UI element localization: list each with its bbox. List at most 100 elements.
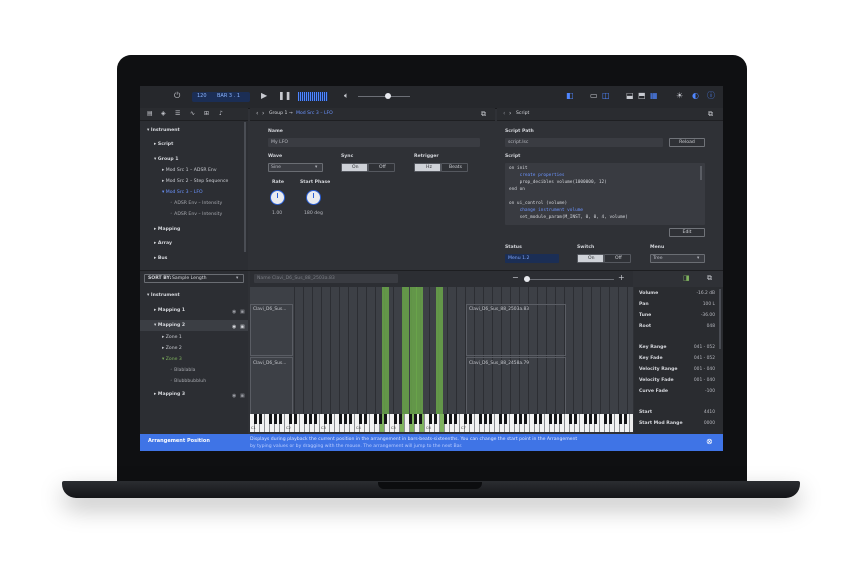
bell-icon[interactable]: ♪ [219, 110, 223, 118]
property-value[interactable]: 0000 [704, 421, 715, 426]
tree-item-zone-3[interactable]: ▾ Zone 3 [162, 357, 182, 362]
name-field[interactable] [268, 138, 480, 147]
start-phase-knob[interactable] [306, 190, 321, 205]
black-key[interactable] [503, 414, 507, 424]
script-path-field[interactable] [505, 138, 663, 147]
volume-slider-handle[interactable] [385, 93, 391, 99]
black-key[interactable] [483, 414, 487, 424]
black-key[interactable] [548, 414, 552, 424]
black-key[interactable] [463, 414, 467, 424]
property-value[interactable]: -16.2 dB [696, 291, 715, 296]
black-key[interactable] [538, 414, 542, 424]
black-key[interactable] [593, 414, 597, 424]
zoom-out-icon[interactable]: − [512, 274, 519, 282]
panel-toggle-icon[interactable]: ◨ [683, 274, 690, 282]
black-key[interactable] [378, 414, 382, 424]
brightness-icon[interactable]: ☀ [676, 92, 683, 100]
single-view-icon[interactable]: ▭ [590, 92, 598, 100]
black-key[interactable] [558, 414, 562, 424]
script-scrollbar[interactable] [700, 166, 702, 180]
speaker-icon[interactable]: 🔈︎ [344, 92, 349, 100]
black-key[interactable] [498, 414, 502, 424]
night-mode-icon[interactable]: ◐ [692, 92, 699, 100]
tree-item-blubb[interactable]: ◦ Blubbbubbluh [170, 379, 206, 384]
tree-item-adsr-intensity-1[interactable]: ◦ ADSR Env – Intensity [170, 201, 222, 206]
tree-item-mod-src-1[interactable]: ▸ Mod Src 1 – ADSR Env [162, 168, 217, 173]
black-key[interactable] [338, 414, 342, 424]
sidebar-toggle-icon[interactable]: ◧ [566, 92, 574, 100]
piano-keyboard[interactable]: C1 C2 C3 C4 C5 C6 C7 [250, 414, 633, 432]
property-value[interactable]: 4410 [704, 410, 715, 415]
sidebar-scrollbar[interactable] [244, 122, 246, 252]
tree-item-zone-1[interactable]: ▸ Zone 1 [162, 335, 182, 340]
black-key[interactable] [478, 414, 482, 424]
tree-item-mod-src-3[interactable]: ▾ Mod Src 3 – LFO [162, 190, 203, 195]
tree-item-mapping-2[interactable]: ▾ Mapping 2 [154, 323, 185, 328]
black-key[interactable] [308, 414, 312, 424]
tree-item-bus[interactable]: ▸ Bus [154, 256, 167, 261]
properties-scrollbar[interactable] [719, 289, 721, 349]
switch-off-button[interactable]: Off [604, 254, 631, 263]
play-icon[interactable]: ▶ [261, 92, 267, 100]
property-value[interactable]: 001 - 040 [694, 367, 715, 372]
edit-button[interactable]: Edit [669, 228, 705, 237]
tree-item-zone-2[interactable]: ▸ Zone 2 [162, 346, 182, 351]
black-key[interactable] [418, 414, 422, 424]
black-key[interactable] [573, 414, 577, 424]
lock-icon[interactable]: ▣ [240, 323, 245, 331]
layout-bottom-icon[interactable]: ⬓ [626, 92, 634, 100]
black-key[interactable] [258, 414, 262, 424]
layers-icon[interactable]: ◈ [161, 110, 166, 118]
black-key[interactable] [453, 414, 457, 424]
pause-icon[interactable]: ❚❚ [278, 92, 291, 100]
black-key[interactable] [533, 414, 537, 424]
power-icon[interactable]: ⏻ [174, 92, 180, 100]
layout-top-icon[interactable]: ⬒ [638, 92, 646, 100]
black-key[interactable] [623, 414, 627, 424]
property-value[interactable]: -36.00 [701, 313, 715, 318]
black-key[interactable] [273, 414, 277, 424]
property-value[interactable]: 041 - 052 [694, 345, 715, 350]
close-icon[interactable]: ⊗ [706, 438, 713, 446]
property-value[interactable]: 048 [707, 324, 715, 329]
black-key[interactable] [568, 414, 572, 424]
status-value[interactable]: Menu 1.2 [508, 256, 529, 261]
wave-value[interactable]: Sine [271, 165, 281, 170]
eye-icon[interactable]: ◉ [232, 392, 236, 400]
black-key[interactable] [413, 414, 417, 424]
zoom-slider[interactable] [524, 279, 614, 280]
black-key[interactable] [603, 414, 607, 424]
black-key[interactable] [358, 414, 362, 424]
black-key[interactable] [618, 414, 622, 424]
black-key[interactable] [348, 414, 352, 424]
switch-on-button[interactable]: On [577, 254, 604, 263]
reload-button[interactable]: Reload [669, 138, 705, 147]
split-view-icon[interactable]: ◫ [602, 92, 610, 100]
retrigger-beats-button[interactable]: Beats [441, 163, 468, 172]
property-value[interactable]: 041 - 052 [694, 356, 715, 361]
black-key[interactable] [448, 414, 452, 424]
property-value[interactable]: -100 [705, 389, 715, 394]
black-key[interactable] [323, 414, 327, 424]
black-key[interactable] [588, 414, 592, 424]
add-icon[interactable]: ⊞ [204, 110, 209, 118]
chevron-left-icon[interactable]: ‹ [503, 110, 505, 118]
tree-item-adsr-intensity-2[interactable]: ◦ ADSR Env – Intensity [170, 212, 222, 217]
tree-item-array[interactable]: ▸ Array [154, 241, 172, 246]
property-value[interactable]: 100 L [703, 302, 715, 307]
tempo-display[interactable]: 120 [197, 93, 207, 99]
black-key[interactable] [608, 414, 612, 424]
zone-label[interactable]: Clavi_D6_Sus_88_2458a.79 [469, 361, 529, 366]
lock-icon[interactable]: ▣ [240, 308, 245, 316]
tree-item-mapping-3[interactable]: ▸ Mapping 3 [154, 392, 185, 397]
tree-item-group[interactable]: ▾ Group 1 [154, 157, 178, 162]
black-key[interactable] [278, 414, 282, 424]
sync-on-button[interactable]: On [341, 163, 368, 172]
black-key[interactable] [313, 414, 317, 424]
volume-slider[interactable] [358, 96, 410, 97]
tree-item-instrument[interactable]: ▾ Instrument [147, 128, 180, 133]
tree-item-mod-src-2[interactable]: ▸ Mod Src 2 – Step Sequence [162, 179, 228, 184]
position-display[interactable]: BAR 3 . 1 [217, 93, 240, 99]
black-key[interactable] [488, 414, 492, 424]
sync-off-button[interactable]: Off [368, 163, 395, 172]
